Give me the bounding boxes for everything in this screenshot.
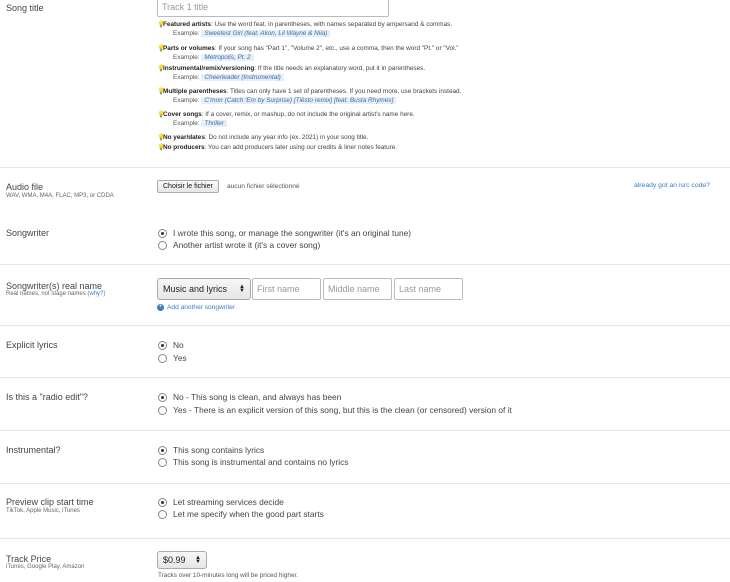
middle-name-input[interactable] [323, 278, 392, 300]
last-name-input[interactable] [394, 278, 463, 300]
file-status: aucun fichier sélectionné [227, 183, 300, 190]
why-link[interactable]: (why?) [87, 291, 105, 297]
radio-selected-icon [158, 228, 167, 238]
select-arrows-icon: ▲ ▼ [239, 284, 245, 294]
real-name-label: Songwriter(s) real name [6, 281, 103, 291]
radio-edit-option-censored[interactable]: Yes - There is an explicit version of th… [158, 405, 512, 415]
radio-icon [158, 509, 167, 519]
tip-instrumental: 💡Instrumental/remix/versioning: If the t… [157, 65, 426, 72]
example-instrumental: Example: Cheerleader (Instrumental) [173, 74, 284, 81]
songwriter-row: Songwriter I wrote this song, or manage … [0, 212, 730, 265]
tip-parentheses: 💡Multiple parentheses: Titles can only h… [157, 88, 462, 95]
songwriter-option-cover[interactable]: Another artist wrote it (it's a cover so… [158, 240, 320, 250]
song-title-row: Song title 💡Featured artists: Use the wo… [0, 0, 730, 168]
radio-icon [158, 457, 167, 467]
audio-file-label: Audio file [6, 182, 44, 192]
select-arrows-icon: ▲ ▼ [195, 555, 201, 565]
price-row: Track Price iTunes, Google Play, Amazon … [0, 539, 730, 582]
radio-selected-icon [158, 497, 167, 507]
explicit-option-no[interactable]: No [158, 340, 184, 350]
preview-row: Preview clip start time TikTok, Apple Mu… [0, 484, 730, 539]
radio-edit-label: Is this a "radio edit"? [6, 392, 88, 402]
price-stores: iTunes, Google Play, Amazon [6, 564, 85, 570]
audio-file-row: Audio file WAV, WMA, M4A, FLAC, MP3, or … [0, 168, 730, 212]
radio-selected-icon [158, 392, 167, 402]
preview-label: Preview clip start time [6, 497, 94, 507]
preview-option-decide[interactable]: Let streaming services decide [158, 497, 284, 507]
songwriter-label: Songwriter [6, 228, 50, 238]
explicit-row: Explicit lyrics No Yes [0, 326, 730, 378]
example-covers: Example: Thriller [173, 120, 227, 127]
plus-circle-icon: + [157, 304, 164, 311]
instrumental-label: Instrumental? [6, 445, 61, 455]
song-title-label: Song title [6, 3, 44, 13]
radio-icon [158, 353, 167, 363]
first-name-input[interactable] [252, 278, 321, 300]
example-parts: Example: Metropolis, Pt. 2 [173, 54, 254, 61]
songwriter-role-select[interactable]: Music and lyrics ▲ ▼ [157, 278, 251, 300]
songwriter-option-original[interactable]: I wrote this song, or manage the songwri… [158, 228, 411, 238]
isrc-link[interactable]: already got an isrc code? [634, 182, 710, 189]
price-label: Track Price [6, 554, 52, 564]
explicit-option-yes[interactable]: Yes [158, 353, 187, 363]
tip-years: 💡No year/dates: Do not include any year … [157, 134, 369, 141]
add-songwriter-link[interactable]: + Add another songwriter [157, 304, 235, 311]
instrumental-option-lyrics[interactable]: This song contains lyrics [158, 445, 264, 455]
radio-selected-icon [158, 340, 167, 350]
radio-icon [158, 240, 167, 250]
preview-option-specify[interactable]: Let me specify when the good part starts [158, 509, 324, 519]
tip-parts: 💡Parts or volumes: If your song has "Par… [157, 45, 459, 52]
price-note: Tracks over 10-minutes long will be pric… [158, 572, 299, 579]
radio-icon [158, 405, 167, 415]
choose-file-button[interactable]: Choisir le fichier [157, 180, 219, 193]
real-name-row: Songwriter(s) real name Real names, not … [0, 265, 730, 326]
preview-platforms: TikTok, Apple Music, iTunes [6, 508, 80, 514]
radio-selected-icon [158, 445, 167, 455]
radio-edit-option-clean[interactable]: No - This song is clean, and always has … [158, 392, 341, 402]
tip-producers: 💡No producers: You can add producers lat… [157, 144, 398, 151]
example-parentheses: Example: C'mon (Catch 'Em by Surprise) [… [173, 97, 397, 104]
example-featured: Example: Sweetest Girl (feat. Akon, Lil … [173, 30, 331, 37]
instrumental-option-instrumental[interactable]: This song is instrumental and contains n… [158, 457, 349, 467]
song-title-input[interactable] [157, 0, 389, 17]
tip-covers: 💡Cover songs: If a cover, remix, or mash… [157, 111, 415, 118]
explicit-label: Explicit lyrics [6, 340, 58, 350]
real-name-hint: Real names, not stage names (why?) [6, 291, 106, 297]
audio-file-formats: WAV, WMA, M4A, FLAC, MP3, or CDDA [6, 193, 114, 199]
tip-featured: 💡Featured artists: Use the word feat. in… [157, 21, 453, 28]
radio-edit-row: Is this a "radio edit"? No - This song i… [0, 378, 730, 431]
price-select[interactable]: $0.99 ▲ ▼ [157, 551, 207, 569]
instrumental-row: Instrumental? This song contains lyrics … [0, 431, 730, 484]
